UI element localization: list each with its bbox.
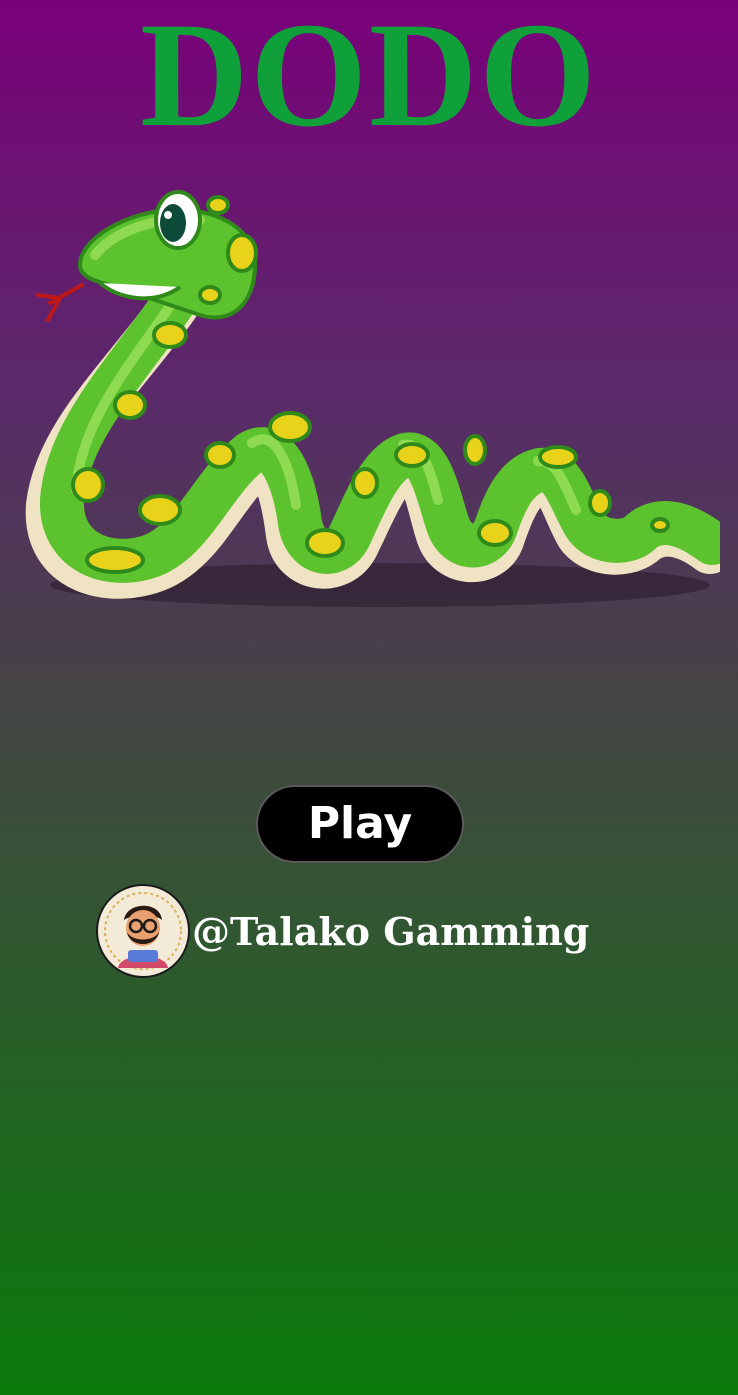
creator-handle: @Talako Gamming (192, 908, 590, 954)
play-button[interactable]: Play (256, 785, 464, 863)
avatar (96, 884, 190, 978)
creator-credit: @Talako Gamming (96, 884, 589, 978)
game-title: DODO (140, 0, 598, 158)
snake-mascot (20, 165, 734, 615)
snake-icon (25, 190, 734, 607)
avatar-icon (100, 888, 186, 974)
